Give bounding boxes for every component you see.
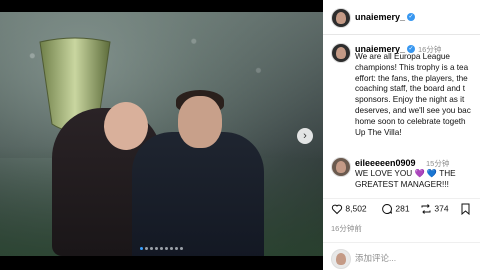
carousel-dot — [160, 247, 163, 250]
carousel-dot — [155, 247, 158, 250]
post-time: 16分钟前 — [331, 224, 362, 233]
author-avatar[interactable] — [331, 8, 351, 28]
share-button[interactable]: 374 — [420, 203, 449, 215]
heart-icon — [331, 204, 343, 215]
save-button[interactable] — [460, 203, 471, 216]
carousel-dot — [170, 247, 173, 250]
carousel-dots — [0, 247, 323, 253]
caption-avatar[interactable] — [331, 43, 351, 63]
repost-icon — [421, 204, 431, 214]
comment-time: 15分钟 — [426, 159, 450, 168]
carousel-dot — [145, 247, 148, 250]
post-photo[interactable] — [0, 12, 323, 256]
person-right-head — [178, 96, 222, 148]
add-comment-input[interactable]: 添加评论... — [355, 252, 396, 264]
carousel-dot — [140, 247, 143, 250]
author-username[interactable]: unaiemery_ — [355, 12, 405, 22]
verified-badge-icon: ✓ — [407, 13, 415, 21]
carousel-dot — [150, 247, 153, 250]
comment-text: WE LOVE YOU 💜 💙 THE GREATEST MANAGER!!! — [355, 169, 456, 189]
person-right — [132, 90, 264, 256]
share-count: 374 — [434, 203, 449, 214]
commenter-avatar[interactable] — [331, 157, 351, 177]
caption-text: We are all Europa League champions! This… — [355, 52, 471, 137]
person-left-head — [104, 102, 148, 150]
comment-button[interactable]: 281 — [381, 203, 410, 215]
like-button[interactable]: 8,502 — [331, 203, 367, 215]
carousel-dot — [180, 247, 183, 250]
comment-count: 281 — [395, 203, 410, 214]
bookmark-icon — [461, 203, 470, 216]
post-media: › — [0, 0, 323, 270]
post-side-panel: unaiemery_ ✓ unaiemery_ ✓ 16分钟 We are al… — [323, 0, 480, 270]
next-photo-button[interactable]: › — [297, 128, 313, 144]
like-count: 8,502 — [345, 203, 367, 214]
current-user-avatar — [331, 249, 351, 269]
action-bar: 8,502 281 374 16分钟前 — [323, 198, 480, 233]
comment-bubble-icon — [382, 203, 392, 214]
post-header: unaiemery_ ✓ — [323, 0, 480, 35]
commenter-username[interactable]: eileeeeen0909 — [355, 158, 416, 168]
carousel-dot — [165, 247, 168, 250]
add-comment-bar: 添加评论... — [323, 242, 480, 270]
carousel-dot — [175, 247, 178, 250]
